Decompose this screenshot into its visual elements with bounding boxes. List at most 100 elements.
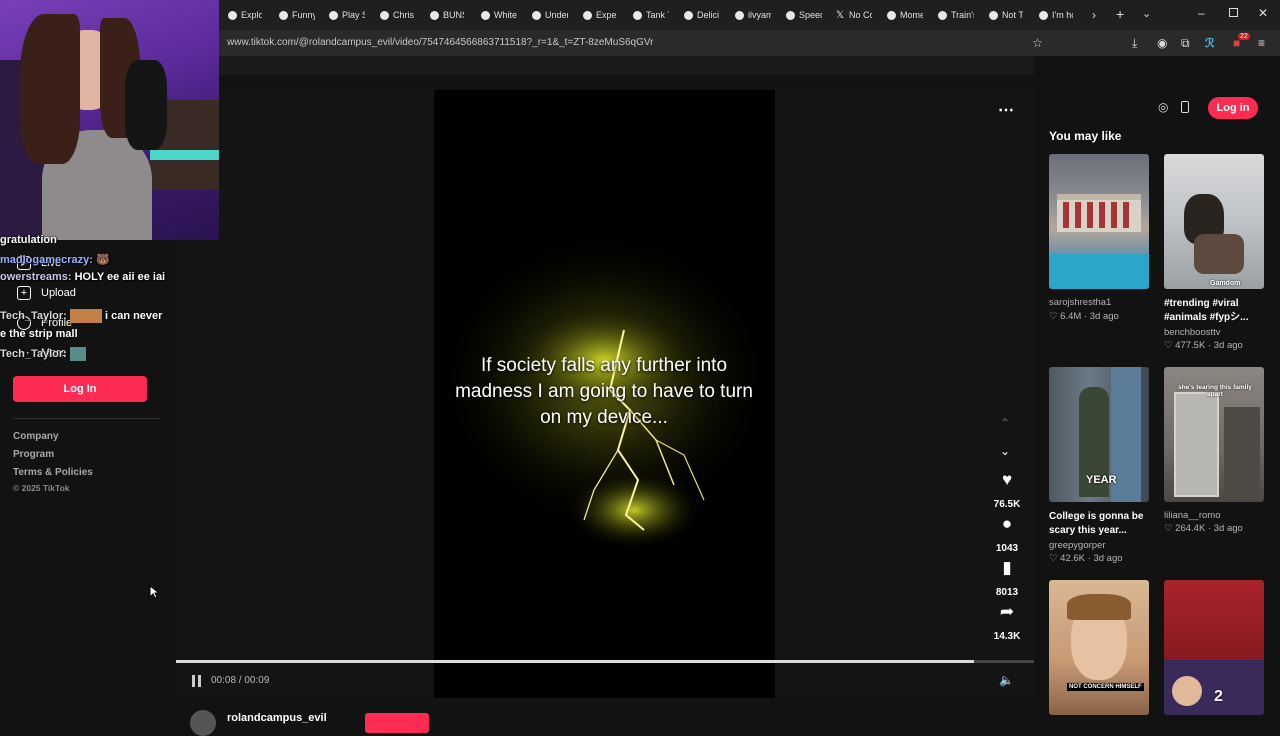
maximize-icon[interactable] — [1229, 8, 1238, 17]
card-username[interactable]: sarojshrestha1 — [1049, 297, 1111, 308]
thumbnail-label: NOT CONCERN HIMSELF — [1067, 683, 1144, 691]
thumbnail-label: Gamdom — [1210, 280, 1241, 287]
header-strip — [176, 56, 1034, 75]
tiktok-favicon-icon — [887, 10, 896, 20]
tiktok-favicon-icon — [735, 10, 744, 20]
video-thumbnail[interactable]: she's tearing this family apart — [1164, 367, 1264, 502]
video-caption: If society falls any further into madnes… — [455, 355, 753, 428]
heart-outline-icon: ♡ — [1164, 340, 1173, 351]
browser-tab[interactable]: ilvyam — [735, 6, 771, 24]
mouse-cursor-icon — [149, 585, 159, 599]
more-options-icon[interactable]: ⋯ — [998, 100, 1014, 120]
tab-list-chevron-icon[interactable]: ⌄ — [1142, 7, 1151, 20]
tiktok-favicon-icon — [329, 10, 338, 20]
sidebar-item-upload[interactable]: + Upload — [17, 286, 76, 300]
compass-icon[interactable]: ◎ — [1158, 100, 1168, 114]
next-video-icon[interactable]: ⌄ — [1000, 444, 1010, 458]
video-thumbnail[interactable]: YEAR — [1049, 367, 1149, 502]
share-count: 14.3K — [993, 631, 1021, 642]
save-count: 8013 — [995, 587, 1019, 598]
author-avatar[interactable] — [190, 710, 216, 736]
card-title[interactable]: College is gonna be scary this year... — [1049, 510, 1153, 538]
tiktok-favicon-icon — [938, 10, 947, 20]
menu-icon[interactable]: ≡ — [1258, 36, 1265, 50]
browser-tab[interactable]: White — [481, 6, 517, 24]
copyright: © 2025 TikTok — [13, 483, 70, 493]
comment-icon[interactable]: ● — [996, 514, 1018, 534]
browser-tab[interactable]: Train's — [938, 6, 974, 24]
pause-icon[interactable] — [192, 675, 202, 687]
footer-link-company[interactable]: Company — [13, 431, 59, 442]
device-icon[interactable] — [1181, 101, 1189, 113]
browser-tab[interactable]: 𝕏 No Co — [836, 6, 872, 24]
tiktok-favicon-icon — [380, 10, 389, 20]
tiktok-favicon-icon — [532, 10, 541, 20]
card-username[interactable]: greepygorper — [1049, 540, 1106, 551]
volume-icon[interactable]: 🔈 — [999, 673, 1014, 687]
download-icon[interactable]: ⤓ — [1132, 36, 1137, 51]
follow-button[interactable] — [365, 713, 429, 733]
you-may-like-heading: You may like — [1049, 129, 1122, 143]
chat-emote-icon: 🐻 — [96, 254, 110, 266]
x-favicon-icon: 𝕏 — [836, 9, 845, 21]
new-tab-icon[interactable]: + — [1116, 6, 1124, 22]
plus-icon: + — [17, 286, 31, 300]
video-thumbnail[interactable]: 2 — [1164, 580, 1264, 715]
chat-message: gratulation — [0, 234, 57, 246]
browser-tab[interactable]: Funny — [279, 6, 315, 24]
browser-tab[interactable]: Exper — [583, 6, 617, 24]
account-icon[interactable]: ◉ — [1157, 36, 1167, 50]
card-stats: ♡ 6.4M · 3d ago — [1049, 311, 1119, 322]
card-username[interactable]: liliana__romo — [1164, 510, 1221, 521]
chat-emote-icon — [69, 309, 102, 323]
like-count: 76.5K — [993, 499, 1021, 510]
browser-tab[interactable]: Speed — [786, 6, 822, 24]
browser-tab[interactable]: Delici — [684, 6, 719, 24]
video-thumbnail[interactable]: NOT CONCERN HIMSELF — [1049, 580, 1149, 715]
streamer-webcam — [0, 0, 219, 240]
url-text[interactable]: www.tiktok.com/@rolandcampus_evil/video/… — [227, 37, 654, 48]
top-login-button[interactable]: Log in — [1208, 97, 1258, 119]
chat-message: e the strip mall — [0, 328, 78, 340]
browser-tab[interactable]: Christ — [380, 6, 414, 24]
browser-tab[interactable]: Under — [532, 6, 568, 24]
tiktok-favicon-icon — [786, 10, 795, 20]
video-thumbnail[interactable] — [1049, 154, 1149, 289]
browser-tab[interactable]: Explor — [228, 6, 262, 24]
card-username[interactable]: benchboosttv — [1164, 327, 1221, 338]
tiktok-favicon-icon — [430, 10, 439, 20]
comment-count: 1043 — [995, 543, 1019, 554]
close-window-icon[interactable]: ✕ — [1258, 6, 1268, 20]
share-icon[interactable]: ➦ — [996, 602, 1018, 622]
thumbnail-label: 2 — [1214, 688, 1223, 705]
footer-link-program[interactable]: Program — [13, 449, 54, 460]
bookmark-star-icon[interactable]: ☆ — [1032, 36, 1043, 50]
browser-tab[interactable]: I'm hc — [1039, 6, 1073, 24]
previous-video-icon[interactable]: ⌃ — [1000, 416, 1010, 430]
extensions-icon[interactable]: ⧉ — [1181, 36, 1190, 51]
author-name[interactable]: rolandcampus_evil — [227, 712, 327, 724]
tiktok-favicon-icon — [583, 10, 592, 20]
extension-logo-icon[interactable]: ℛ — [1205, 36, 1215, 50]
minimize-icon[interactable]: – — [1198, 6, 1205, 20]
browser-tab[interactable]: BUNS — [430, 6, 464, 24]
browser-tab[interactable]: Not T — [989, 6, 1023, 24]
video-thumbnail[interactable]: Gamdom — [1164, 154, 1264, 289]
tabs-scroll-right-icon[interactable]: › — [1092, 8, 1096, 22]
chat-message: Tech_Taylor: — [0, 347, 86, 361]
browser-tab[interactable]: Mome — [887, 6, 923, 24]
tiktok-favicon-icon — [1039, 10, 1048, 20]
tiktok-favicon-icon — [279, 10, 288, 20]
footer-link-terms[interactable]: Terms & Policies — [13, 467, 93, 478]
sidebar-login-button[interactable]: Log In — [13, 376, 147, 402]
card-title[interactable]: #trending #viral #animals #fypシ... — [1164, 297, 1268, 325]
bookmark-icon[interactable]: ▮ — [996, 558, 1018, 578]
browser-tab[interactable]: Tank T — [633, 6, 669, 24]
sidebar-divider — [13, 418, 160, 419]
thumbnail-label: she's tearing this family apart — [1178, 384, 1252, 398]
extension-badge-count: 22 — [1238, 33, 1250, 40]
tiktok-favicon-icon — [481, 10, 490, 20]
tiktok-favicon-icon — [228, 10, 237, 20]
browser-tab[interactable]: Play S — [329, 6, 365, 24]
heart-icon[interactable]: ♥ — [996, 470, 1018, 490]
